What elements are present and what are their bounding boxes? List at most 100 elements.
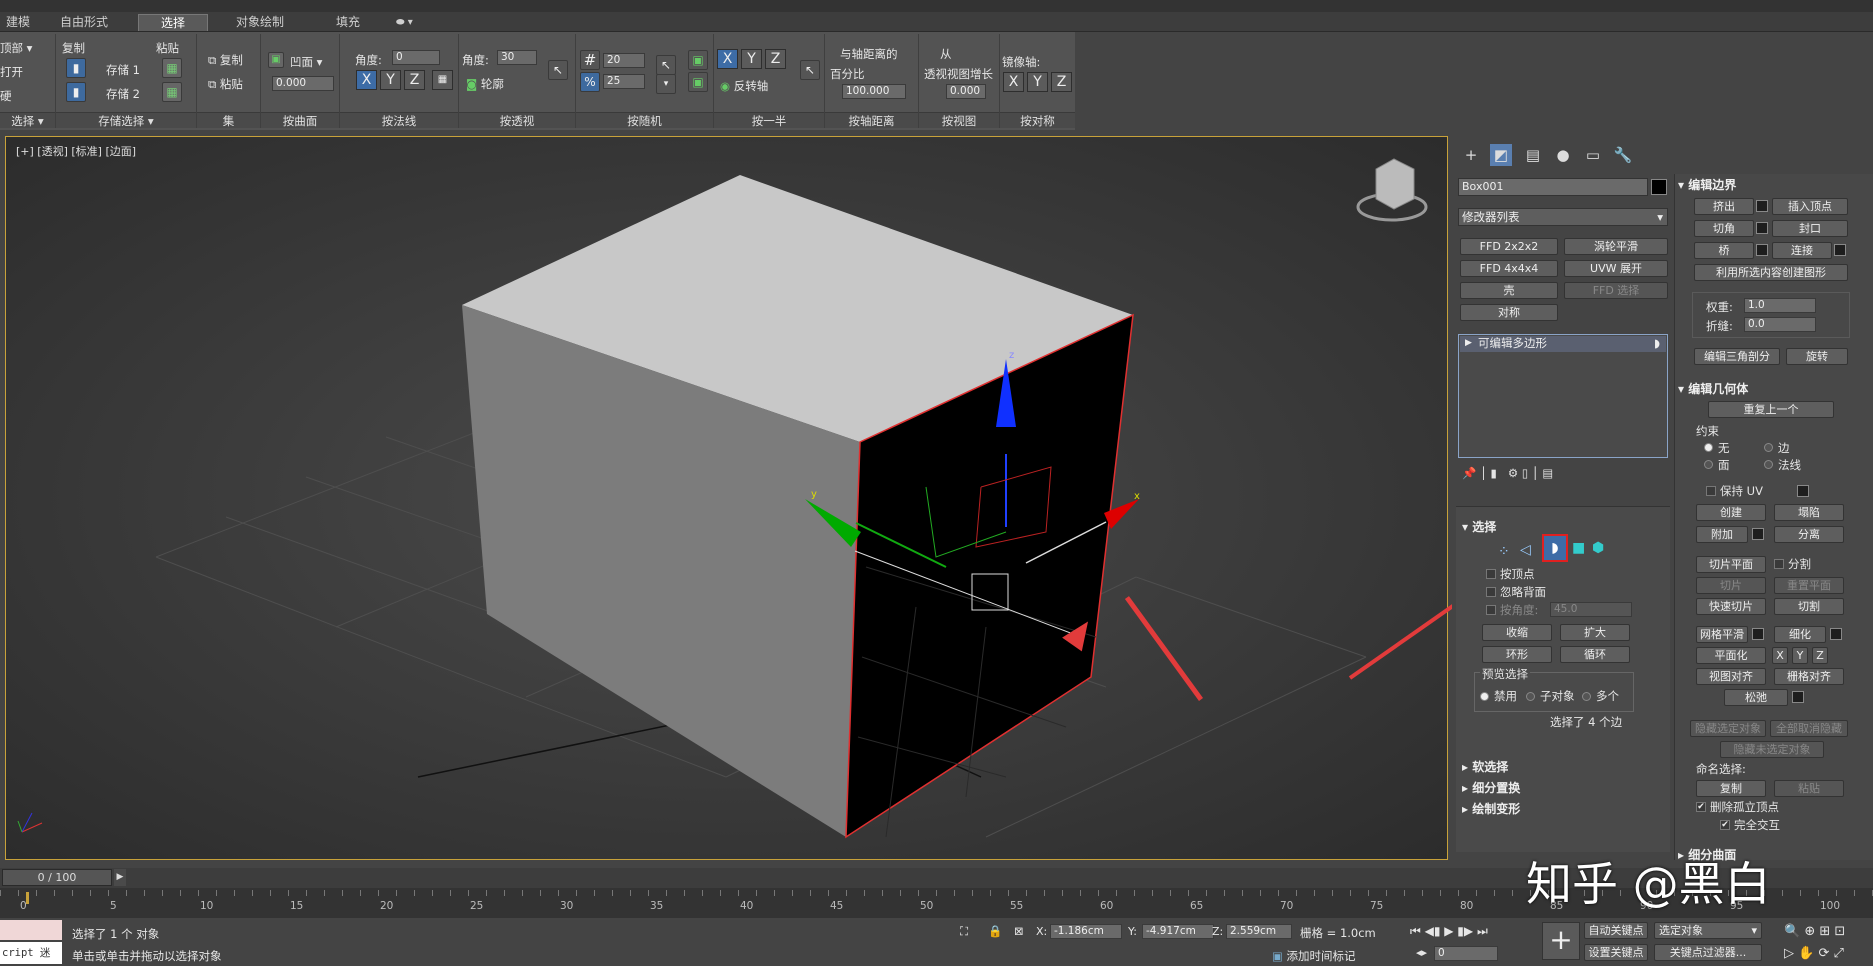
coord-z-field[interactable]: 2.559cm — [1226, 924, 1292, 939]
restore2-icon[interactable]: ▦ — [162, 82, 182, 102]
pan-icon[interactable]: ▷ ✋ ⟳ ⤢ — [1784, 946, 1844, 961]
relax-settings-icon[interactable] — [1792, 691, 1804, 703]
planarize-x-button[interactable]: X — [1772, 647, 1788, 664]
planarize-z-button[interactable]: Z — [1812, 647, 1828, 664]
object-name-field[interactable]: Box001 — [1458, 178, 1648, 196]
slice-plane-button[interactable]: 切片平面 — [1696, 556, 1766, 573]
modifier-list-dropdown[interactable]: 修改器列表 ▾ — [1458, 208, 1668, 226]
utilities-tab-icon[interactable]: 🔧 — [1612, 144, 1634, 166]
isolate-icon[interactable]: ⛶ — [960, 924, 968, 939]
perspective-viewport[interactable]: [+] [透视] [标准] [边面] z x y — [5, 136, 1448, 860]
edit-triangulation-button[interactable]: 编辑三角剖分 — [1694, 348, 1780, 365]
store2-icon[interactable]: ▮ — [66, 82, 86, 102]
tab-freeform[interactable]: 自由形式 — [54, 14, 114, 31]
display-tab-icon[interactable]: ▭ — [1582, 144, 1604, 166]
auto-key-button[interactable]: 自动关键点 — [1584, 922, 1648, 939]
mod-ffd4-button[interactable]: FFD 4x4x4 — [1460, 260, 1558, 277]
border-mode-icon[interactable]: ◗ — [1542, 534, 1568, 562]
polygon-mode-icon[interactable]: ■ — [1572, 540, 1585, 556]
random-count-icon[interactable]: # — [580, 50, 600, 70]
open-button[interactable]: 打开 — [0, 64, 23, 80]
edit-geometry-header[interactable]: ▾ 编辑几何体 — [1678, 380, 1748, 397]
by-vertex-checkbox[interactable] — [1486, 569, 1496, 579]
relax-button[interactable]: 松弛 — [1724, 689, 1788, 706]
add-time-tag-button[interactable]: ▣ 添加时间标记 — [1272, 948, 1356, 964]
hide-unselected-button[interactable]: 隐藏未选定对象 — [1720, 741, 1824, 758]
subdivision-displacement-rollout[interactable]: ▸ 细分置换 — [1462, 779, 1520, 796]
current-frame-field[interactable]: 0 — [1434, 946, 1498, 961]
quickslice-button[interactable]: 快速切片 — [1696, 598, 1766, 615]
soft-selection-rollout[interactable]: ▸ 软选择 — [1462, 758, 1508, 775]
full-interactivity-checkbox[interactable]: ✔ — [1720, 820, 1730, 830]
maxscript-input[interactable]: cript 迷 — [0, 942, 62, 964]
surface-value-spinner[interactable]: 0.000 — [272, 76, 334, 91]
view-align-button[interactable]: 视图对齐 — [1696, 668, 1766, 685]
random-percent-spinner[interactable]: 25 — [603, 74, 645, 89]
random-pick-icon[interactable]: ↖ — [656, 55, 676, 75]
normal-angle-spinner[interactable]: 0 — [392, 50, 440, 65]
preview-disabled-radio[interactable] — [1480, 692, 1489, 701]
sym-y-button[interactable]: Y — [1027, 72, 1048, 92]
normal-grid-icon[interactable]: ▦ — [432, 70, 453, 90]
create-tab-icon[interactable]: + — [1460, 144, 1482, 166]
set-key-icon[interactable]: + — [1542, 922, 1580, 960]
set-paste-button[interactable]: ⧉ 粘贴 — [208, 76, 243, 92]
group-label-select[interactable]: 选择 ▾ — [0, 112, 55, 128]
constraint-none-radio[interactable] — [1704, 443, 1713, 452]
half-x-button[interactable]: X — [717, 49, 738, 69]
set-key-button[interactable]: 设置关键点 — [1584, 944, 1648, 961]
tessellate-button[interactable]: 细化 — [1774, 626, 1826, 643]
coord-y-field[interactable]: -4.917cm — [1142, 924, 1214, 939]
preview-subobj-radio[interactable] — [1526, 692, 1535, 701]
detach-button[interactable]: 分离 — [1774, 526, 1844, 543]
delete-isolated-checkbox[interactable]: ✔ — [1696, 802, 1706, 812]
grid-align-button[interactable]: 栅格对齐 — [1774, 668, 1844, 685]
planarize-button[interactable]: 平面化 — [1696, 647, 1766, 664]
preview-multi-radio[interactable] — [1582, 692, 1591, 701]
maxscript-listener[interactable] — [0, 920, 62, 940]
named-paste-button[interactable]: 粘贴 — [1774, 780, 1844, 797]
half-z-button[interactable]: Z — [765, 49, 786, 69]
keep-uv-checkbox[interactable] — [1706, 486, 1716, 496]
by-angle-checkbox[interactable] — [1486, 605, 1496, 615]
hard-button[interactable]: 硬 — [0, 88, 12, 104]
loop-button[interactable]: 循环 — [1560, 646, 1630, 663]
lock-icon[interactable]: 🔒 — [988, 924, 1002, 938]
top-dropdown[interactable]: 顶部 ▾ — [0, 40, 32, 56]
create-shape-button[interactable]: 利用所选内容创建图形 — [1694, 264, 1848, 281]
attach-button[interactable]: 附加 — [1696, 526, 1748, 543]
viewcube-icon[interactable] — [1375, 158, 1415, 210]
mod-uvw-button[interactable]: UVW 展开 — [1564, 260, 1668, 277]
constraint-edge-radio[interactable] — [1764, 443, 1773, 452]
hierarchy-tab-icon[interactable]: ▤ — [1522, 144, 1544, 166]
turn-button[interactable]: 旋转 — [1786, 348, 1848, 365]
modifier-stack[interactable]: ▶ 可编辑多边形 ◗ — [1458, 334, 1668, 458]
connect-button[interactable]: 连接 — [1772, 242, 1832, 259]
store1-icon[interactable]: ▮ — [66, 58, 86, 78]
mod-turbosmooth-button[interactable]: 涡轮平滑 — [1564, 238, 1668, 255]
half-pick-icon[interactable]: ↖ — [800, 60, 820, 80]
modify-tab-icon[interactable]: ◩ — [1490, 144, 1512, 166]
flip-axis-toggle[interactable]: ◉ 反转轴 — [720, 78, 768, 94]
connect-settings-icon[interactable] — [1834, 244, 1846, 256]
time-next-icon[interactable]: ▶ — [114, 869, 126, 886]
half-icon-1[interactable]: ▣ — [688, 50, 708, 70]
group-label-store-selection[interactable]: 存储选择 ▾ — [56, 112, 196, 128]
view-grow-spinner[interactable]: 0.000 — [946, 84, 986, 99]
random-dropdown-icon[interactable]: ▾ — [656, 74, 676, 94]
sym-z-button[interactable]: Z — [1051, 72, 1072, 92]
edge-mode-icon[interactable]: ◁ — [1520, 542, 1531, 558]
half-icon-2[interactable]: ▣ — [688, 72, 708, 92]
crease-spinner[interactable]: 0.0 — [1744, 317, 1816, 332]
coord-x-field[interactable]: -1.186cm — [1050, 924, 1122, 939]
chamfer-button[interactable]: 切角 — [1694, 220, 1754, 237]
random-percent-icon[interactable]: % — [580, 72, 600, 92]
chamfer-settings-icon[interactable] — [1756, 222, 1768, 234]
unhide-all-button[interactable]: 全部取消隐藏 — [1770, 720, 1848, 737]
restore1-icon[interactable]: ▦ — [162, 58, 182, 78]
half-y-button[interactable]: Y — [741, 49, 762, 69]
planarize-y-button[interactable]: Y — [1792, 647, 1808, 664]
cut-button[interactable]: 切割 — [1774, 598, 1844, 615]
set-copy-button[interactable]: ⧉ 复制 — [208, 52, 243, 68]
tab-modeling[interactable]: 建模 — [0, 14, 36, 31]
